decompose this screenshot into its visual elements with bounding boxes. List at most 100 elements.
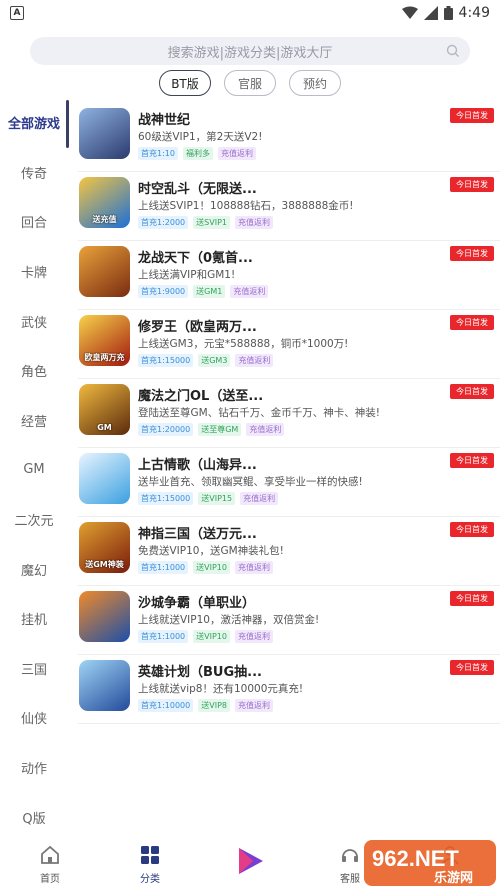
game-icon[interactable]: 送GM神装 bbox=[79, 522, 130, 573]
filter-official[interactable]: 官服 bbox=[224, 70, 276, 96]
game-tag: 充值返利 bbox=[240, 492, 279, 505]
sidebar-item-7[interactable]: GM bbox=[0, 445, 68, 495]
sidebar-item-label: 魔幻 bbox=[20, 563, 47, 579]
sidebar-item-label: 传奇 bbox=[20, 166, 47, 182]
game-tag: 送至尊GM bbox=[198, 423, 242, 436]
game-tag: 送VIP10 bbox=[193, 630, 230, 643]
sidebar-item-label: 经营 bbox=[20, 414, 47, 430]
sidebar-item-label: 二次元 bbox=[14, 514, 54, 530]
game-description: 免费送VIP10，送GM神装礼包! bbox=[138, 545, 284, 557]
game-icon[interactable] bbox=[79, 591, 130, 642]
category-sidebar: 全部游戏传奇回合卡牌武侠角色经营 GM 二次元魔幻挂机三国仙侠动作 Q版 bbox=[0, 98, 69, 842]
game-title: 战神世纪 bbox=[138, 113, 191, 128]
game-tag: 充值返利 bbox=[235, 354, 274, 367]
game-list-item[interactable]: 沙城争霸（单职业） 上线就送VIP10，激活神器，双倍赏金! 首充1:1000 送VI… bbox=[78, 586, 500, 655]
sidebar-item-3[interactable]: 卡牌 bbox=[0, 247, 68, 297]
sidebar-item-6[interactable]: 经营 bbox=[0, 396, 68, 446]
game-tag: 充值返利 bbox=[234, 216, 273, 229]
filter-bt[interactable]: BT版 bbox=[159, 70, 211, 96]
game-title: 英雄计划（BUG抽... bbox=[138, 665, 262, 680]
game-icon[interactable]: GM bbox=[79, 384, 130, 435]
first-release-badge: 今日首发 bbox=[450, 522, 494, 537]
nav-service-label: 客服 bbox=[340, 874, 360, 885]
game-tag: 充值返利 bbox=[230, 285, 269, 298]
game-list-item[interactable]: 上古情歌（山海异... 送毕业首充、领取幽冥鲲、享受毕业一样的快感! 首充1:150… bbox=[78, 448, 500, 517]
game-tag: 充值返利 bbox=[235, 561, 273, 574]
game-tags: 首充1:20000 送至尊GM 充值返利 bbox=[138, 423, 285, 436]
sidebar-item-13[interactable]: 动作 bbox=[0, 743, 68, 793]
game-icon-label: 欧皇两万充 bbox=[84, 353, 125, 362]
game-list-item[interactable]: 欧皇两万充 修罗王（欧皇两万... 上线送GM3，元宝*588888，铜币*1000… bbox=[78, 310, 500, 379]
first-release-badge: 今日首发 bbox=[450, 177, 494, 192]
game-tags: 首充1:9000 送GM1 充值返利 bbox=[138, 285, 269, 298]
game-description: 登陆送至尊GM、钻石千万、金币千万、神卡、神装! bbox=[138, 407, 380, 419]
game-tags: 首充1:1000 送VIP10 充值返利 bbox=[138, 561, 273, 574]
game-list-item[interactable]: 送GM神装 神指三国（送万元... 免费送VIP10，送GM神装礼包! 首充1:100… bbox=[78, 517, 500, 586]
sidebar-item-10[interactable]: 挂机 bbox=[0, 594, 68, 644]
first-release-badge: 今日首发 bbox=[450, 591, 494, 606]
sidebar-item-4[interactable]: 武侠 bbox=[0, 296, 68, 346]
nav-category[interactable]: 分类 bbox=[100, 840, 200, 888]
game-icon[interactable]: 送充值 bbox=[79, 177, 130, 228]
first-release-badge: 今日首发 bbox=[450, 246, 494, 261]
game-description: 上线就送VIP10，激活神器，双倍赏金! bbox=[138, 614, 320, 626]
game-icon-label: GM bbox=[97, 423, 112, 432]
sidebar-item-12[interactable]: 仙侠 bbox=[0, 693, 68, 743]
game-list-item[interactable]: 英雄计划（BUG抽... 上线就送vip8！还有10000元真充! 首充1:1000… bbox=[78, 655, 500, 724]
game-list-item[interactable]: GM 魔法之门OL（送至... 登陆送至尊GM、钻石千万、金币千万、神卡、神装! 首充… bbox=[78, 379, 500, 448]
game-icon[interactable] bbox=[79, 246, 130, 297]
first-release-badge: 今日首发 bbox=[450, 315, 494, 330]
sidebar-item-0[interactable]: 全部游戏 bbox=[0, 98, 69, 148]
sidebar-item-label: Q版 bbox=[22, 811, 46, 827]
nav-home[interactable]: 首页 bbox=[0, 840, 100, 888]
game-tag: 首充1:20000 bbox=[138, 423, 194, 436]
nav-center[interactable] bbox=[200, 840, 300, 888]
game-title: 神指三国（送万元... bbox=[138, 527, 257, 542]
game-tag: 首充1:10000 bbox=[138, 699, 194, 712]
sidebar-item-label: GM bbox=[23, 462, 45, 478]
sidebar-item-9[interactable]: 魔幻 bbox=[0, 544, 68, 594]
watermark-subtext: 乐游网 bbox=[434, 870, 473, 886]
filter-reserve[interactable]: 预约 bbox=[289, 70, 341, 96]
game-icon[interactable] bbox=[79, 453, 130, 504]
sidebar-item-8[interactable]: 二次元 bbox=[0, 495, 68, 545]
sidebar-item-1[interactable]: 传奇 bbox=[0, 148, 68, 198]
game-tags: 首充1:15000 送GM3 充值返利 bbox=[138, 354, 274, 367]
game-tag: 首充1:1000 bbox=[138, 561, 189, 574]
search-input[interactable]: 搜索游戏|游戏分类|游戏大厅 bbox=[30, 37, 470, 65]
grid-icon bbox=[141, 846, 159, 864]
battery-icon bbox=[443, 6, 453, 20]
search-placeholder: 搜索游戏|游戏分类|游戏大厅 bbox=[167, 45, 333, 61]
game-tag: 送GM1 bbox=[193, 285, 226, 298]
game-icon-label: 送GM神装 bbox=[85, 560, 124, 569]
sidebar-item-label: 武侠 bbox=[20, 315, 47, 331]
sidebar-item-11[interactable]: 三国 bbox=[0, 644, 68, 694]
sidebar-item-label: 仙侠 bbox=[20, 712, 47, 728]
sidebar-item-2[interactable]: 回合 bbox=[0, 197, 68, 247]
game-tags: 首充1:2000 送SVIP1 充值返利 bbox=[138, 216, 273, 229]
game-tag: 送SVIP1 bbox=[193, 216, 230, 229]
sidebar-item-label: 三国 bbox=[20, 662, 47, 678]
sidebar-item-label: 卡牌 bbox=[20, 266, 47, 282]
game-tag: 充值返利 bbox=[217, 147, 256, 160]
game-title: 沙城争霸（单职业） bbox=[138, 596, 256, 611]
play-logo-icon bbox=[239, 848, 263, 874]
sidebar-item-14[interactable]: Q版 bbox=[0, 792, 68, 842]
nav-home-label: 首页 bbox=[40, 874, 60, 885]
game-description: 上线送GM3，元宝*588888，铜币*1000万! bbox=[138, 338, 349, 350]
game-icon[interactable]: 欧皇两万充 bbox=[79, 315, 130, 366]
sidebar-item-5[interactable]: 角色 bbox=[0, 346, 68, 396]
game-list-item[interactable]: 龙战天下（0氪首... 上线送满VIP和GM1! 首充1:9000 送GM1 充值返利 今… bbox=[78, 241, 500, 310]
game-list-item[interactable]: 送充值 时空乱斗（无限送... 上线送SVIP1！108888钻石，3888888金… bbox=[78, 172, 500, 241]
watermark-logo: 962.NET 乐游网 bbox=[364, 840, 496, 886]
game-icon[interactable] bbox=[79, 660, 130, 711]
game-icon[interactable] bbox=[79, 108, 130, 159]
headset-icon bbox=[342, 849, 358, 862]
status-bar: A 4:49 bbox=[0, 0, 500, 26]
status-time: 4:49 bbox=[458, 5, 490, 21]
game-tags: 首充1:10000 送VIP8 充值返利 bbox=[138, 699, 273, 712]
game-list-item[interactable]: 战神世纪 60级送VIP1，第2天送V2! 首充1:10 福利多 充值返利 今日首发 bbox=[78, 103, 500, 172]
search-icon[interactable] bbox=[446, 44, 460, 58]
sidebar-item-label: 动作 bbox=[20, 762, 47, 778]
game-tag: 充值返利 bbox=[234, 699, 273, 712]
